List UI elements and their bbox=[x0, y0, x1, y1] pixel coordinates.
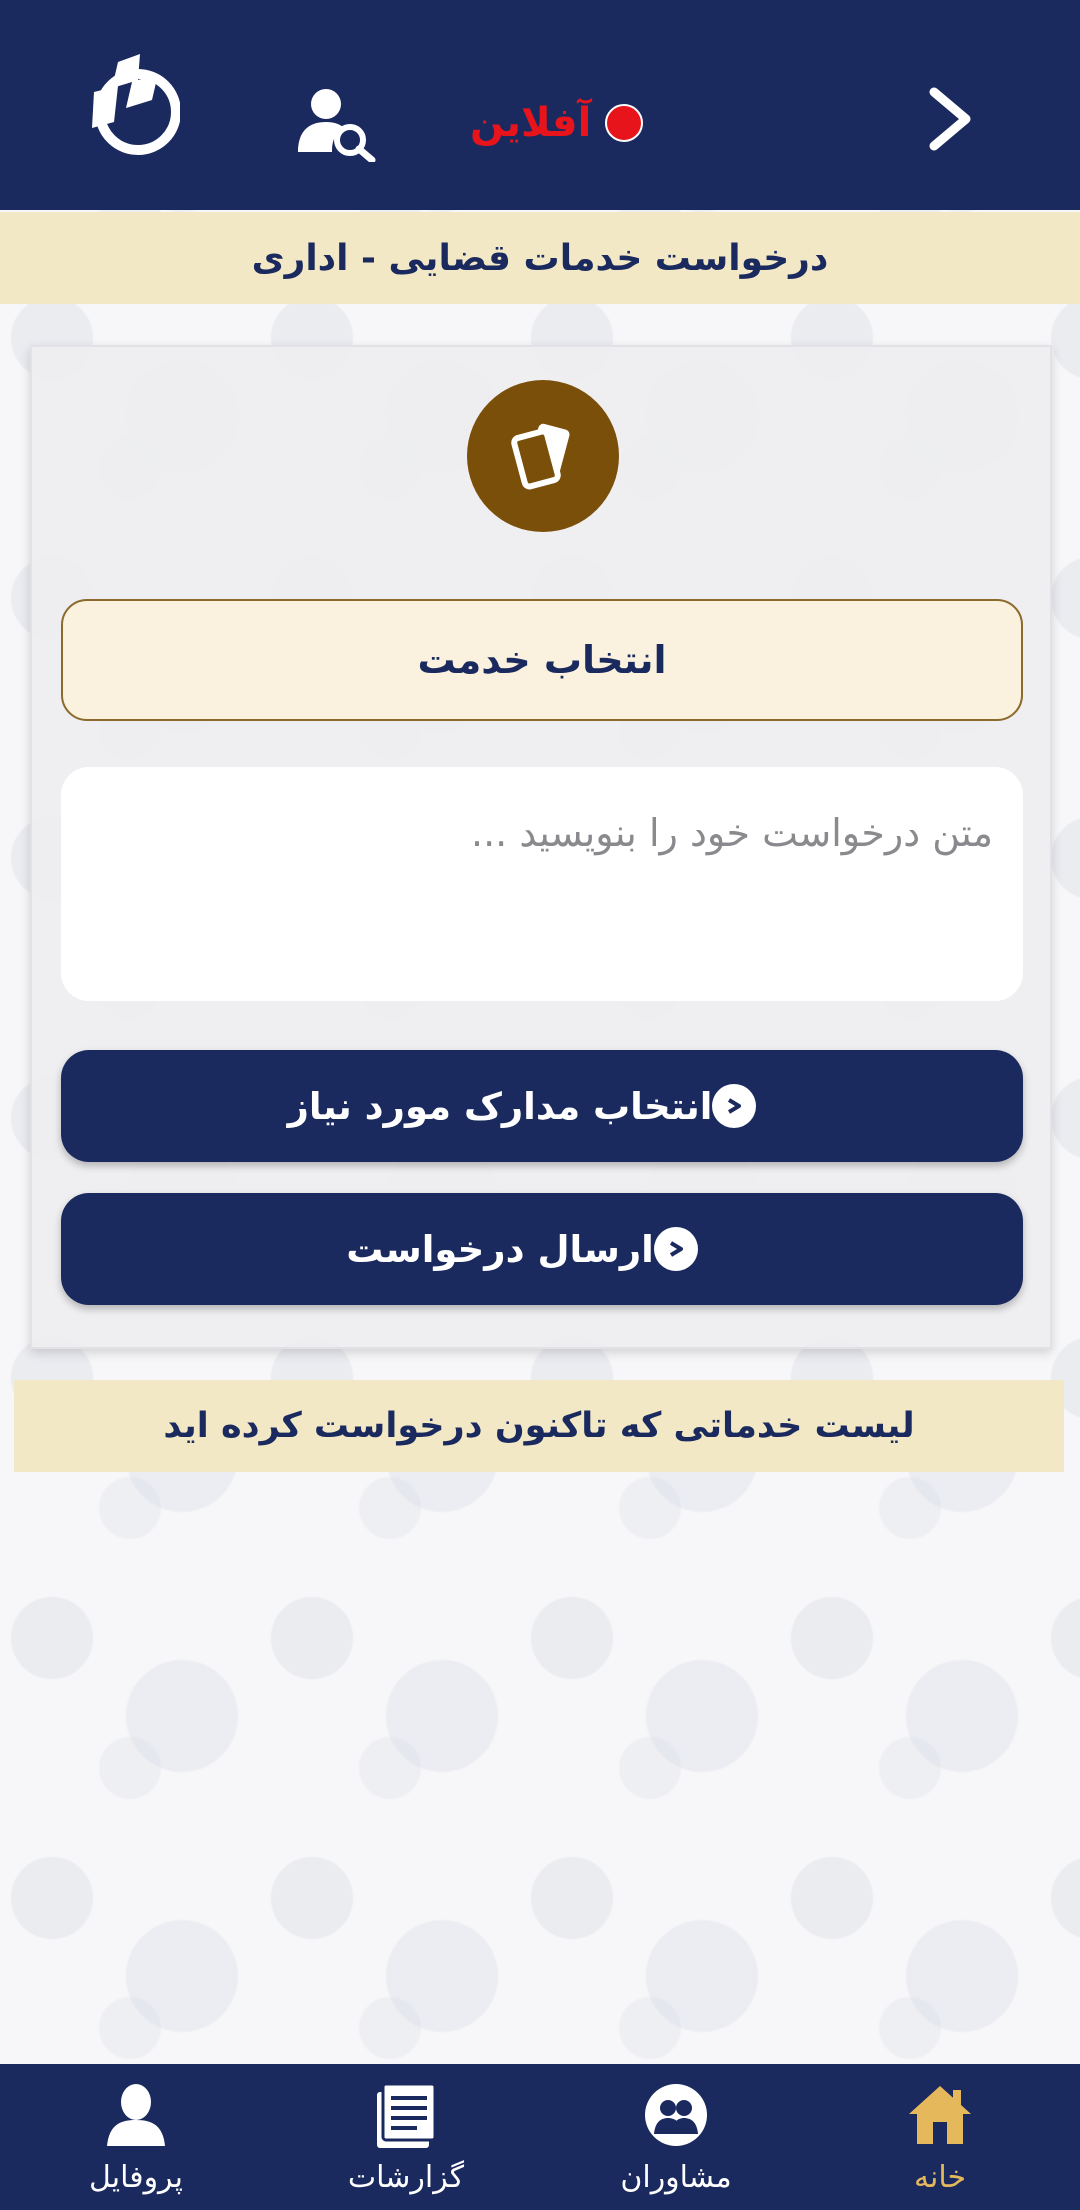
select-documents-label: انتخاب مدارک مورد نیاز bbox=[287, 1084, 713, 1128]
connection-status: آفلاین bbox=[470, 98, 644, 148]
reports-icon bbox=[371, 2080, 441, 2150]
user-search-icon[interactable] bbox=[296, 86, 378, 164]
nav-label-home: خانه bbox=[913, 2160, 967, 2195]
chevron-right-icon[interactable] bbox=[922, 84, 978, 154]
nav-item-profile[interactable]: پروفایل bbox=[36, 2064, 236, 2210]
cards-icon bbox=[467, 380, 619, 532]
request-text-input[interactable] bbox=[61, 767, 1023, 1001]
arrow-circle-icon bbox=[712, 1084, 757, 1128]
advisors-icon bbox=[641, 2080, 711, 2150]
nav-label-advisors: مشاوران bbox=[620, 2160, 732, 2195]
page-title: درخواست خدمات قضایی - اداری bbox=[251, 237, 829, 279]
home-icon bbox=[905, 2080, 975, 2150]
send-request-button[interactable]: ارسال درخواست bbox=[61, 1193, 1023, 1305]
profile-icon bbox=[101, 2080, 171, 2150]
status-dot-icon bbox=[605, 104, 644, 142]
logo-icon bbox=[88, 52, 181, 156]
status-text: آفلاین bbox=[470, 100, 592, 146]
nav-item-home[interactable]: خانه bbox=[840, 2064, 1040, 2210]
nav-item-reports[interactable]: گزارشات bbox=[306, 2064, 506, 2210]
select-service-button[interactable]: انتخاب خدمت bbox=[61, 599, 1023, 721]
nav-label-reports: گزارشات bbox=[347, 2160, 465, 2195]
arrow-circle-icon bbox=[653, 1227, 698, 1271]
select-documents-button[interactable]: انتخاب مدارک مورد نیاز bbox=[61, 1050, 1023, 1162]
requested-services-banner: لیست خدماتی که تاکنون درخواست کرده اید bbox=[14, 1380, 1064, 1472]
select-service-label: انتخاب خدمت bbox=[417, 638, 667, 682]
page-title-banner: درخواست خدمات قضایی - اداری bbox=[0, 212, 1080, 304]
nav-label-profile: پروفایل bbox=[89, 2160, 183, 2195]
requested-services-title: لیست خدماتی که تاکنون درخواست کرده اید bbox=[163, 1406, 915, 1446]
nav-item-advisors[interactable]: مشاوران bbox=[576, 2064, 776, 2210]
app-header: آفلاین bbox=[0, 0, 1080, 210]
bottom-navigation: خانه مشاوران گزارشات پروفایل bbox=[0, 2064, 1080, 2210]
send-request-label: ارسال درخواست bbox=[346, 1227, 654, 1271]
request-card: انتخاب خدمت انتخاب مدارک مورد نیاز ارسال… bbox=[30, 345, 1052, 1349]
